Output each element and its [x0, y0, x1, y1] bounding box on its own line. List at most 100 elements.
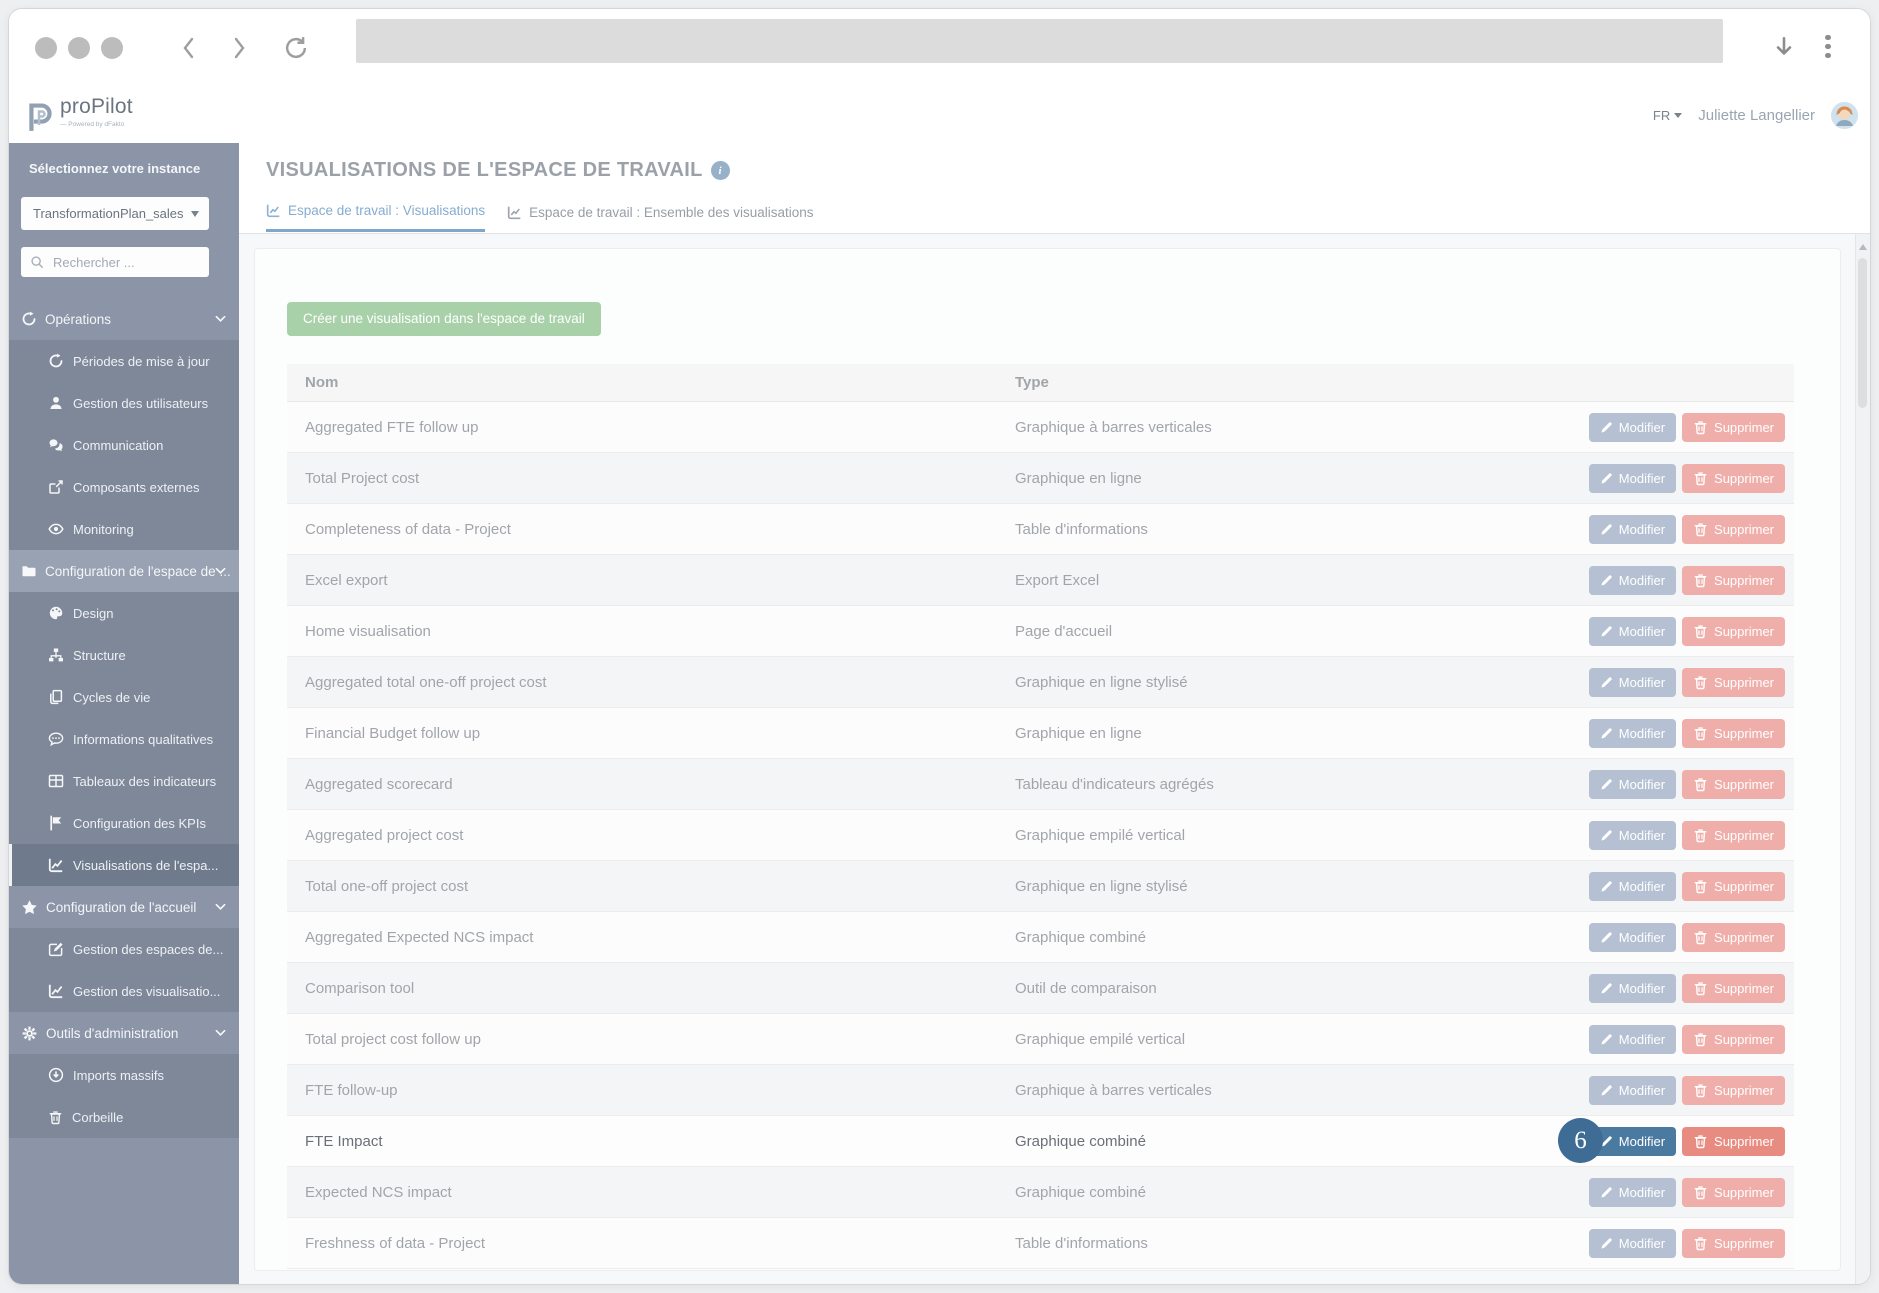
avatar[interactable]: [1831, 102, 1858, 129]
modifier-button[interactable]: Modifier: [1589, 719, 1676, 748]
sidebar-item-imports-massifs[interactable]: Imports massifs: [9, 1054, 239, 1096]
modifier-button[interactable]: Modifier: [1589, 617, 1676, 646]
supprimer-button[interactable]: Supprimer: [1682, 1229, 1785, 1258]
modifier-button[interactable]: Modifier: [1589, 1025, 1676, 1054]
modifier-label: Modifier: [1619, 1134, 1665, 1149]
modifier-button[interactable]: Modifier: [1589, 872, 1676, 901]
back-icon[interactable]: [181, 37, 197, 64]
sidebar-item-periodes-mise-a-jour[interactable]: Périodes de mise à jour: [9, 340, 239, 382]
trash-icon: [1693, 1236, 1708, 1251]
supprimer-label: Supprimer: [1714, 1236, 1774, 1251]
modifier-button[interactable]: Modifier: [1589, 413, 1676, 442]
supprimer-button[interactable]: Supprimer: [1682, 1076, 1785, 1105]
sidebar-group-label: Configuration de l'espace de ...: [45, 564, 231, 579]
url-bar[interactable]: [356, 19, 1723, 63]
supprimer-button[interactable]: Supprimer: [1682, 821, 1785, 850]
modifier-button[interactable]: Modifier: [1589, 821, 1676, 850]
row-name: Home visualisation: [287, 623, 1015, 640]
sidebar-group-operations[interactable]: Opérations: [9, 298, 239, 340]
info-icon[interactable]: [711, 161, 730, 180]
scroll-up-icon[interactable]: [1859, 244, 1867, 250]
modifier-button[interactable]: Modifier: [1589, 566, 1676, 595]
sidebar-item-design[interactable]: Design: [9, 592, 239, 634]
table-row: FTE ImpactGraphique combiné6ModifierSupp…: [287, 1116, 1794, 1167]
sidebar-item-gestion-visualisations[interactable]: Gestion des visualisatio...: [9, 970, 239, 1012]
sidebar-item-communication[interactable]: Communication: [9, 424, 239, 466]
instance-select[interactable]: TransformationPlan_sales: [21, 197, 209, 230]
search-input[interactable]: [51, 254, 201, 271]
supprimer-button[interactable]: Supprimer: [1682, 1127, 1785, 1156]
modifier-button[interactable]: Modifier: [1589, 1178, 1676, 1207]
chart-icon: [507, 205, 522, 220]
sidebar-item-monitoring[interactable]: Monitoring: [9, 508, 239, 550]
modifier-button[interactable]: Modifier: [1589, 515, 1676, 544]
download-icon: [48, 1067, 64, 1083]
row-actions: ModifierSupprimer: [1598, 974, 1794, 1003]
sidebar-item-informations-qualitatives[interactable]: Informations qualitatives: [9, 718, 239, 760]
sidebar-item-label: Tableaux des indicateurs: [73, 774, 216, 789]
language-dropdown[interactable]: FR: [1653, 108, 1682, 123]
sidebar-item-composants-externes[interactable]: Composants externes: [9, 466, 239, 508]
modifier-button[interactable]: Modifier: [1589, 464, 1676, 493]
row-type: Graphique en ligne stylisé: [1015, 674, 1598, 691]
supprimer-button[interactable]: Supprimer: [1682, 617, 1785, 646]
traffic-light-icon[interactable]: [101, 37, 123, 59]
supprimer-button[interactable]: Supprimer: [1682, 719, 1785, 748]
sidebar-item-visualisations-espace[interactable]: Visualisations de l'espa...: [9, 844, 239, 886]
sidebar-item-corbeille[interactable]: Corbeille: [9, 1096, 239, 1138]
supprimer-button[interactable]: Supprimer: [1682, 872, 1785, 901]
scrollbar[interactable]: [1855, 234, 1870, 1284]
modifier-button[interactable]: Modifier: [1589, 974, 1676, 1003]
scrollbar-thumb[interactable]: [1858, 258, 1867, 408]
sidebar-group-outils-administration[interactable]: Outils d'administration: [9, 1012, 239, 1054]
row-type: Graphique à barres verticales: [1015, 419, 1598, 436]
tab-espace-visualisations[interactable]: Espace de travail : Visualisations: [266, 203, 485, 232]
modifier-button[interactable]: Modifier: [1589, 1229, 1676, 1258]
supprimer-button[interactable]: Supprimer: [1682, 1025, 1785, 1054]
supprimer-button[interactable]: Supprimer: [1682, 923, 1785, 952]
sidebar-group-config-espace[interactable]: Configuration de l'espace de ...: [9, 550, 239, 592]
forward-icon[interactable]: [231, 37, 247, 64]
sidebar-item-gestion-utilisateurs[interactable]: Gestion des utilisateurs: [9, 382, 239, 424]
sidebar-item-structure[interactable]: Structure: [9, 634, 239, 676]
supprimer-button[interactable]: Supprimer: [1682, 413, 1785, 442]
supprimer-button[interactable]: Supprimer: [1682, 1178, 1785, 1207]
row-actions: ModifierSupprimer: [1598, 566, 1794, 595]
supprimer-button[interactable]: Supprimer: [1682, 974, 1785, 1003]
modifier-button[interactable]: Modifier: [1589, 668, 1676, 697]
refresh-icon[interactable]: [283, 35, 309, 66]
sidebar-item-label: Informations qualitatives: [73, 732, 213, 747]
modifier-button[interactable]: Modifier: [1589, 1076, 1676, 1105]
sidebar-item-label: Design: [73, 606, 113, 621]
table-row: Comparison toolOutil de comparaisonModif…: [287, 963, 1794, 1014]
table-row: Aggregated scorecardTableau d'indicateur…: [287, 759, 1794, 810]
supprimer-button[interactable]: Supprimer: [1682, 566, 1785, 595]
sidebar-item-label: Gestion des utilisateurs: [73, 396, 208, 411]
traffic-light-icon[interactable]: [68, 37, 90, 59]
supprimer-button[interactable]: Supprimer: [1682, 515, 1785, 544]
supprimer-button[interactable]: Supprimer: [1682, 668, 1785, 697]
modifier-label: Modifier: [1619, 1083, 1665, 1098]
sidebar-item-tableaux-indicateurs[interactable]: Tableaux des indicateurs: [9, 760, 239, 802]
brand-logo[interactable]: proPilot — Powered by dFakto: [23, 95, 133, 133]
sidebar-group-label: Configuration de l'accueil: [46, 900, 196, 915]
supprimer-button[interactable]: Supprimer: [1682, 770, 1785, 799]
table-row: Freshness of data - ProjectTable d'infor…: [287, 1218, 1794, 1269]
sidebar-item-configuration-kpis[interactable]: Configuration des KPIs: [9, 802, 239, 844]
modifier-button[interactable]: Modifier: [1589, 923, 1676, 952]
sidebar-item-cycles-de-vie[interactable]: Cycles de vie: [9, 676, 239, 718]
create-visualisation-button[interactable]: Créer une visualisation dans l'espace de…: [287, 302, 601, 336]
tab-ensemble-visualisations[interactable]: Espace de travail : Ensemble des visuali…: [507, 203, 813, 232]
supprimer-button[interactable]: Supprimer: [1682, 464, 1785, 493]
sidebar-search[interactable]: [21, 247, 209, 277]
row-actions: Modifier Supprimer: [1598, 1127, 1794, 1156]
trash-icon: [1693, 1083, 1708, 1098]
download-icon[interactable]: [1773, 35, 1795, 66]
traffic-light-icon[interactable]: [35, 37, 57, 59]
sidebar-item-gestion-espaces[interactable]: Gestion des espaces de...: [9, 928, 239, 970]
row-name: FTE Impact: [287, 1133, 1015, 1150]
menu-kebab-icon[interactable]: [1823, 31, 1833, 65]
sidebar-group-config-accueil[interactable]: Configuration de l'accueil: [9, 886, 239, 928]
chevron-down-icon: [215, 567, 226, 575]
modifier-button[interactable]: Modifier: [1589, 770, 1676, 799]
